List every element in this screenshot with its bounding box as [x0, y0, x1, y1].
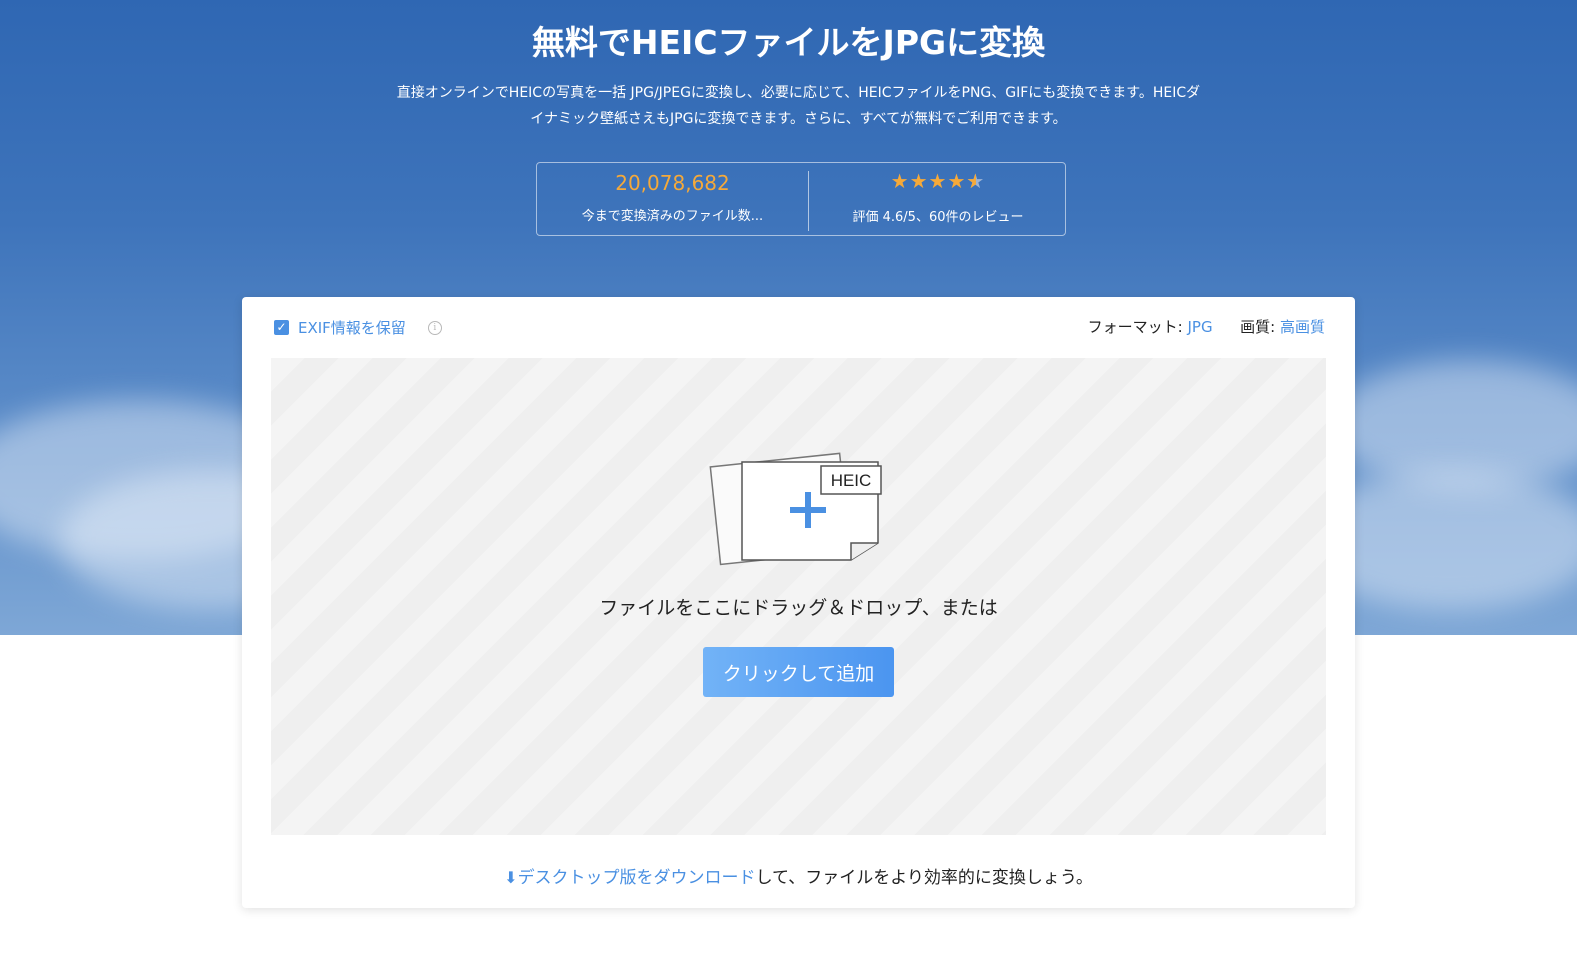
exif-label[interactable]: EXIF情報を保留	[298, 317, 406, 338]
conversion-count: 20,078,682	[615, 171, 730, 195]
converter-panel: ✓ EXIF情報を保留 i フォーマット: JPG 画質: 高画質 HEIC フ…	[242, 297, 1355, 908]
desktop-download-note: ⬇デスクトップ版をダウンロードして、ファイルをより効率的に変換しょう。	[242, 863, 1355, 888]
rating-stat: ★★★★★ 評価 4.6/5、60件のレビュー	[809, 163, 1067, 235]
output-settings: フォーマット: JPG 画質: 高画質	[1088, 316, 1325, 337]
exif-checkbox[interactable]: ✓	[274, 320, 289, 335]
star-icon: ★	[947, 169, 967, 193]
conversion-count-stat: 20,078,682 今まで変換済みのファイル数...	[537, 163, 808, 235]
quality-label: 画質:	[1240, 318, 1276, 336]
download-arrow-icon: ⬇	[504, 868, 518, 887]
stats-box: 20,078,682 今まで変換済みのファイル数... ★★★★★ 評価 4.6…	[536, 162, 1066, 236]
format-selector[interactable]: JPG	[1187, 318, 1212, 336]
rating-stars: ★★★★★	[809, 169, 1067, 193]
check-icon: ✓	[276, 320, 287, 334]
page-subtitle: 直接オンラインでHEICの写真を一括 JPG/JPEGに変換し、必要に応じて、H…	[370, 80, 1227, 132]
file-dropzone[interactable]: HEIC ファイルをここにドラッグ＆ドロップ、または クリックして追加	[271, 358, 1326, 835]
exif-option[interactable]: ✓ EXIF情報を保留 i	[274, 317, 442, 338]
heic-badge: HEIC	[831, 471, 872, 490]
subtitle-line-2: イナミック壁紙さえもJPGに変換できます。さらに、すべてが無料でご利用できます。	[530, 111, 1067, 127]
desktop-download-link[interactable]: デスクトップ版をダウンロード	[518, 868, 756, 888]
conversion-count-label: 今まで変換済みのファイル数...	[581, 209, 764, 224]
quality-selector[interactable]: 高画質	[1280, 318, 1325, 336]
info-icon[interactable]: i	[427, 320, 442, 335]
star-icon: ★	[890, 169, 910, 193]
format-label: フォーマット:	[1087, 318, 1183, 336]
rating-label: 評価 4.6/5、60件のレビュー	[852, 210, 1024, 225]
add-file-button[interactable]: クリックして追加	[703, 647, 894, 697]
half-star-icon: ★	[966, 169, 985, 193]
page-title: 無料でHEICファイルをJPGに変換	[531, 23, 1046, 62]
subtitle-line-1: 直接オンラインでHEICの写真を一括 JPG/JPEGに変換し、必要に応じて、H…	[396, 85, 1201, 101]
star-icon: ★	[909, 169, 929, 193]
star-icon: ★	[928, 169, 948, 193]
drop-instructions: ファイルをここにドラッグ＆ドロップ、または	[599, 597, 998, 619]
desktop-download-text: して、ファイルをより効率的に変換しょう。	[755, 868, 1093, 888]
heic-file-add-icon: HEIC	[709, 452, 882, 566]
